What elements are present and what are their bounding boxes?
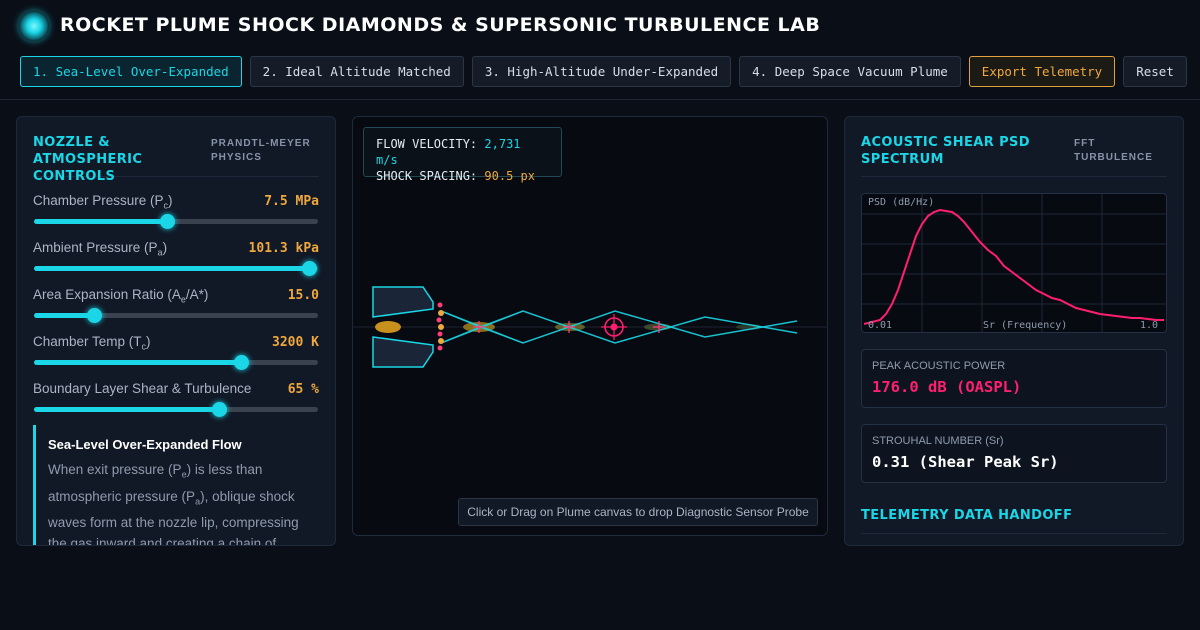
psd-curve <box>863 208 1164 325</box>
strouhal-number-card: STROUHAL NUMBER (Sr) 0.31 (Shear Peak Sr… <box>861 424 1167 483</box>
chamber-pressure-control: Chamber Pressure (Pc) 7.5 MPa <box>33 193 319 233</box>
controls-panel: NOZZLE & ATMOSPHERIC CONTROLS PRANDTL-ME… <box>16 116 336 546</box>
strouhal-number-value: 0.31 (Shear Peak Sr) <box>872 453 1059 471</box>
psd-x-label: Sr (Frequency) <box>983 320 1068 331</box>
nozzle-lower-wall <box>372 336 434 368</box>
tab-ideal-altitude-matched[interactable]: 2. Ideal Altitude Matched <box>249 56 464 87</box>
psd-x-max-label: 1.0 <box>1139 320 1158 331</box>
ambient-pressure-control: Ambient Pressure (Pa) 101.3 kPa <box>33 240 319 280</box>
app-header: ROCKET PLUME SHOCK DIAMONDS & SUPERSONIC… <box>0 0 1200 100</box>
controls-panel-subtitle: PRANDTL-MEYER PHYSICS <box>211 138 311 163</box>
chamber-temp-label: Chamber Temp (Tc) <box>33 334 151 352</box>
chamber-temp-slider[interactable] <box>34 355 318 370</box>
turbulence-value: 65 % <box>287 382 319 397</box>
scenario-tabs: 1. Sea-Level Over-Expanded 2. Ideal Alti… <box>20 56 1187 87</box>
slider-thumb[interactable] <box>160 214 176 229</box>
nozzle-upper-wall <box>372 286 434 318</box>
psd-y-label: PSD (dB/Hz) <box>868 197 935 208</box>
controls-panel-header: NOZZLE & ATMOSPHERIC CONTROLS PRANDTL-ME… <box>33 133 319 184</box>
canvas-hint: Click or Drag on Plume canvas to drop Di… <box>458 498 818 526</box>
strouhal-number-label: STROUHAL NUMBER (Sr) <box>872 435 1004 447</box>
flow-info-body: When exit pressure (Pe) is less than atm… <box>48 462 299 546</box>
chamber-temp-control: Chamber Temp (Tc) 3200 K <box>33 334 319 374</box>
psd-spectrum-chart: PSD (dB/Hz) 0.01 Sr (Frequency) 1.0 <box>861 193 1167 333</box>
expansion-ratio-slider[interactable] <box>34 308 318 323</box>
reset-button[interactable]: Reset <box>1123 56 1187 87</box>
tab-deep-space-vacuum-plume[interactable]: 4. Deep Space Vacuum Plume <box>739 56 961 87</box>
acoustic-panel-header: ACOUSTIC SHEAR PSD SPECTRUM FFT TURBULEN… <box>861 133 1167 177</box>
acoustic-panel-title: ACOUSTIC SHEAR PSD SPECTRUM <box>861 135 1030 167</box>
acoustic-panel-subtitle: FFT TURBULENCE <box>1074 138 1153 163</box>
tab-high-altitude-under-expanded[interactable]: 3. High-Altitude Under-Expanded <box>471 56 732 87</box>
chamber-pressure-slider[interactable] <box>34 214 318 229</box>
slider-thumb[interactable] <box>86 308 102 323</box>
shock-spacing-value: 90.5 px <box>484 169 535 183</box>
acoustic-panel: ACOUSTIC SHEAR PSD SPECTRUM FFT TURBULEN… <box>844 116 1184 546</box>
flow-velocity-label: FLOW VELOCITY: <box>376 137 478 151</box>
psd-plot <box>862 194 1166 332</box>
slider-thumb[interactable] <box>211 402 227 417</box>
ambient-pressure-label: Ambient Pressure (Pa) <box>33 240 168 258</box>
plume-canvas[interactable]: FLOW VELOCITY: 2,731 m/s SHOCK SPACING: … <box>352 116 828 536</box>
turbulence-label: Boundary Layer Shear & Turbulence <box>33 381 252 396</box>
ambient-pressure-slider[interactable] <box>34 261 318 276</box>
telemetry-handoff-title: TELEMETRY DATA HANDOFF <box>861 508 1167 534</box>
ambient-pressure-value: 101.3 kPa <box>248 241 319 256</box>
turbulence-control: Boundary Layer Shear & Turbulence 65 % <box>33 381 319 421</box>
expansion-ratio-label: Area Expansion Ratio (Ae/A*) <box>33 287 209 305</box>
sensor-probe-icon <box>601 314 627 340</box>
turbulence-slider[interactable] <box>34 402 318 417</box>
peak-acoustic-power-value: 176.0 dB (OASPL) <box>872 378 1022 396</box>
expansion-ratio-value: 15.0 <box>287 288 319 303</box>
slider-thumb[interactable] <box>302 261 318 276</box>
slider-thumb[interactable] <box>234 355 250 370</box>
chamber-pressure-value: 7.5 MPa <box>264 194 319 209</box>
app-logo-icon <box>20 12 48 40</box>
peak-acoustic-power-card: PEAK ACOUSTIC POWER 176.0 dB (OASPL) <box>861 349 1167 408</box>
expansion-ratio-control: Area Expansion Ratio (Ae/A*) 15.0 <box>33 287 319 327</box>
peak-acoustic-power-label: PEAK ACOUSTIC POWER <box>872 360 1006 372</box>
app-title: ROCKET PLUME SHOCK DIAMONDS & SUPERSONIC… <box>60 14 821 36</box>
flow-info-title: Sea-Level Over-Expanded Flow <box>48 437 242 452</box>
chamber-pressure-label: Chamber Pressure (Pc) <box>33 193 173 211</box>
psd-x-min-label: 0.01 <box>868 320 893 331</box>
tab-sea-level-over-expanded[interactable]: 1. Sea-Level Over-Expanded <box>20 56 242 87</box>
combustion-core <box>375 321 401 333</box>
chamber-temp-value: 3200 K <box>272 335 319 350</box>
shock-spacing-label: SHOCK SPACING: <box>376 169 478 183</box>
flow-info-callout: Sea-Level Over-Expanded Flow When exit p… <box>33 425 321 546</box>
controls-panel-title: NOZZLE & ATMOSPHERIC CONTROLS <box>33 135 143 184</box>
plume-visualization[interactable] <box>353 267 828 387</box>
export-telemetry-button[interactable]: Export Telemetry <box>968 56 1116 87</box>
flow-readout: FLOW VELOCITY: 2,731 m/s SHOCK SPACING: … <box>363 127 562 183</box>
